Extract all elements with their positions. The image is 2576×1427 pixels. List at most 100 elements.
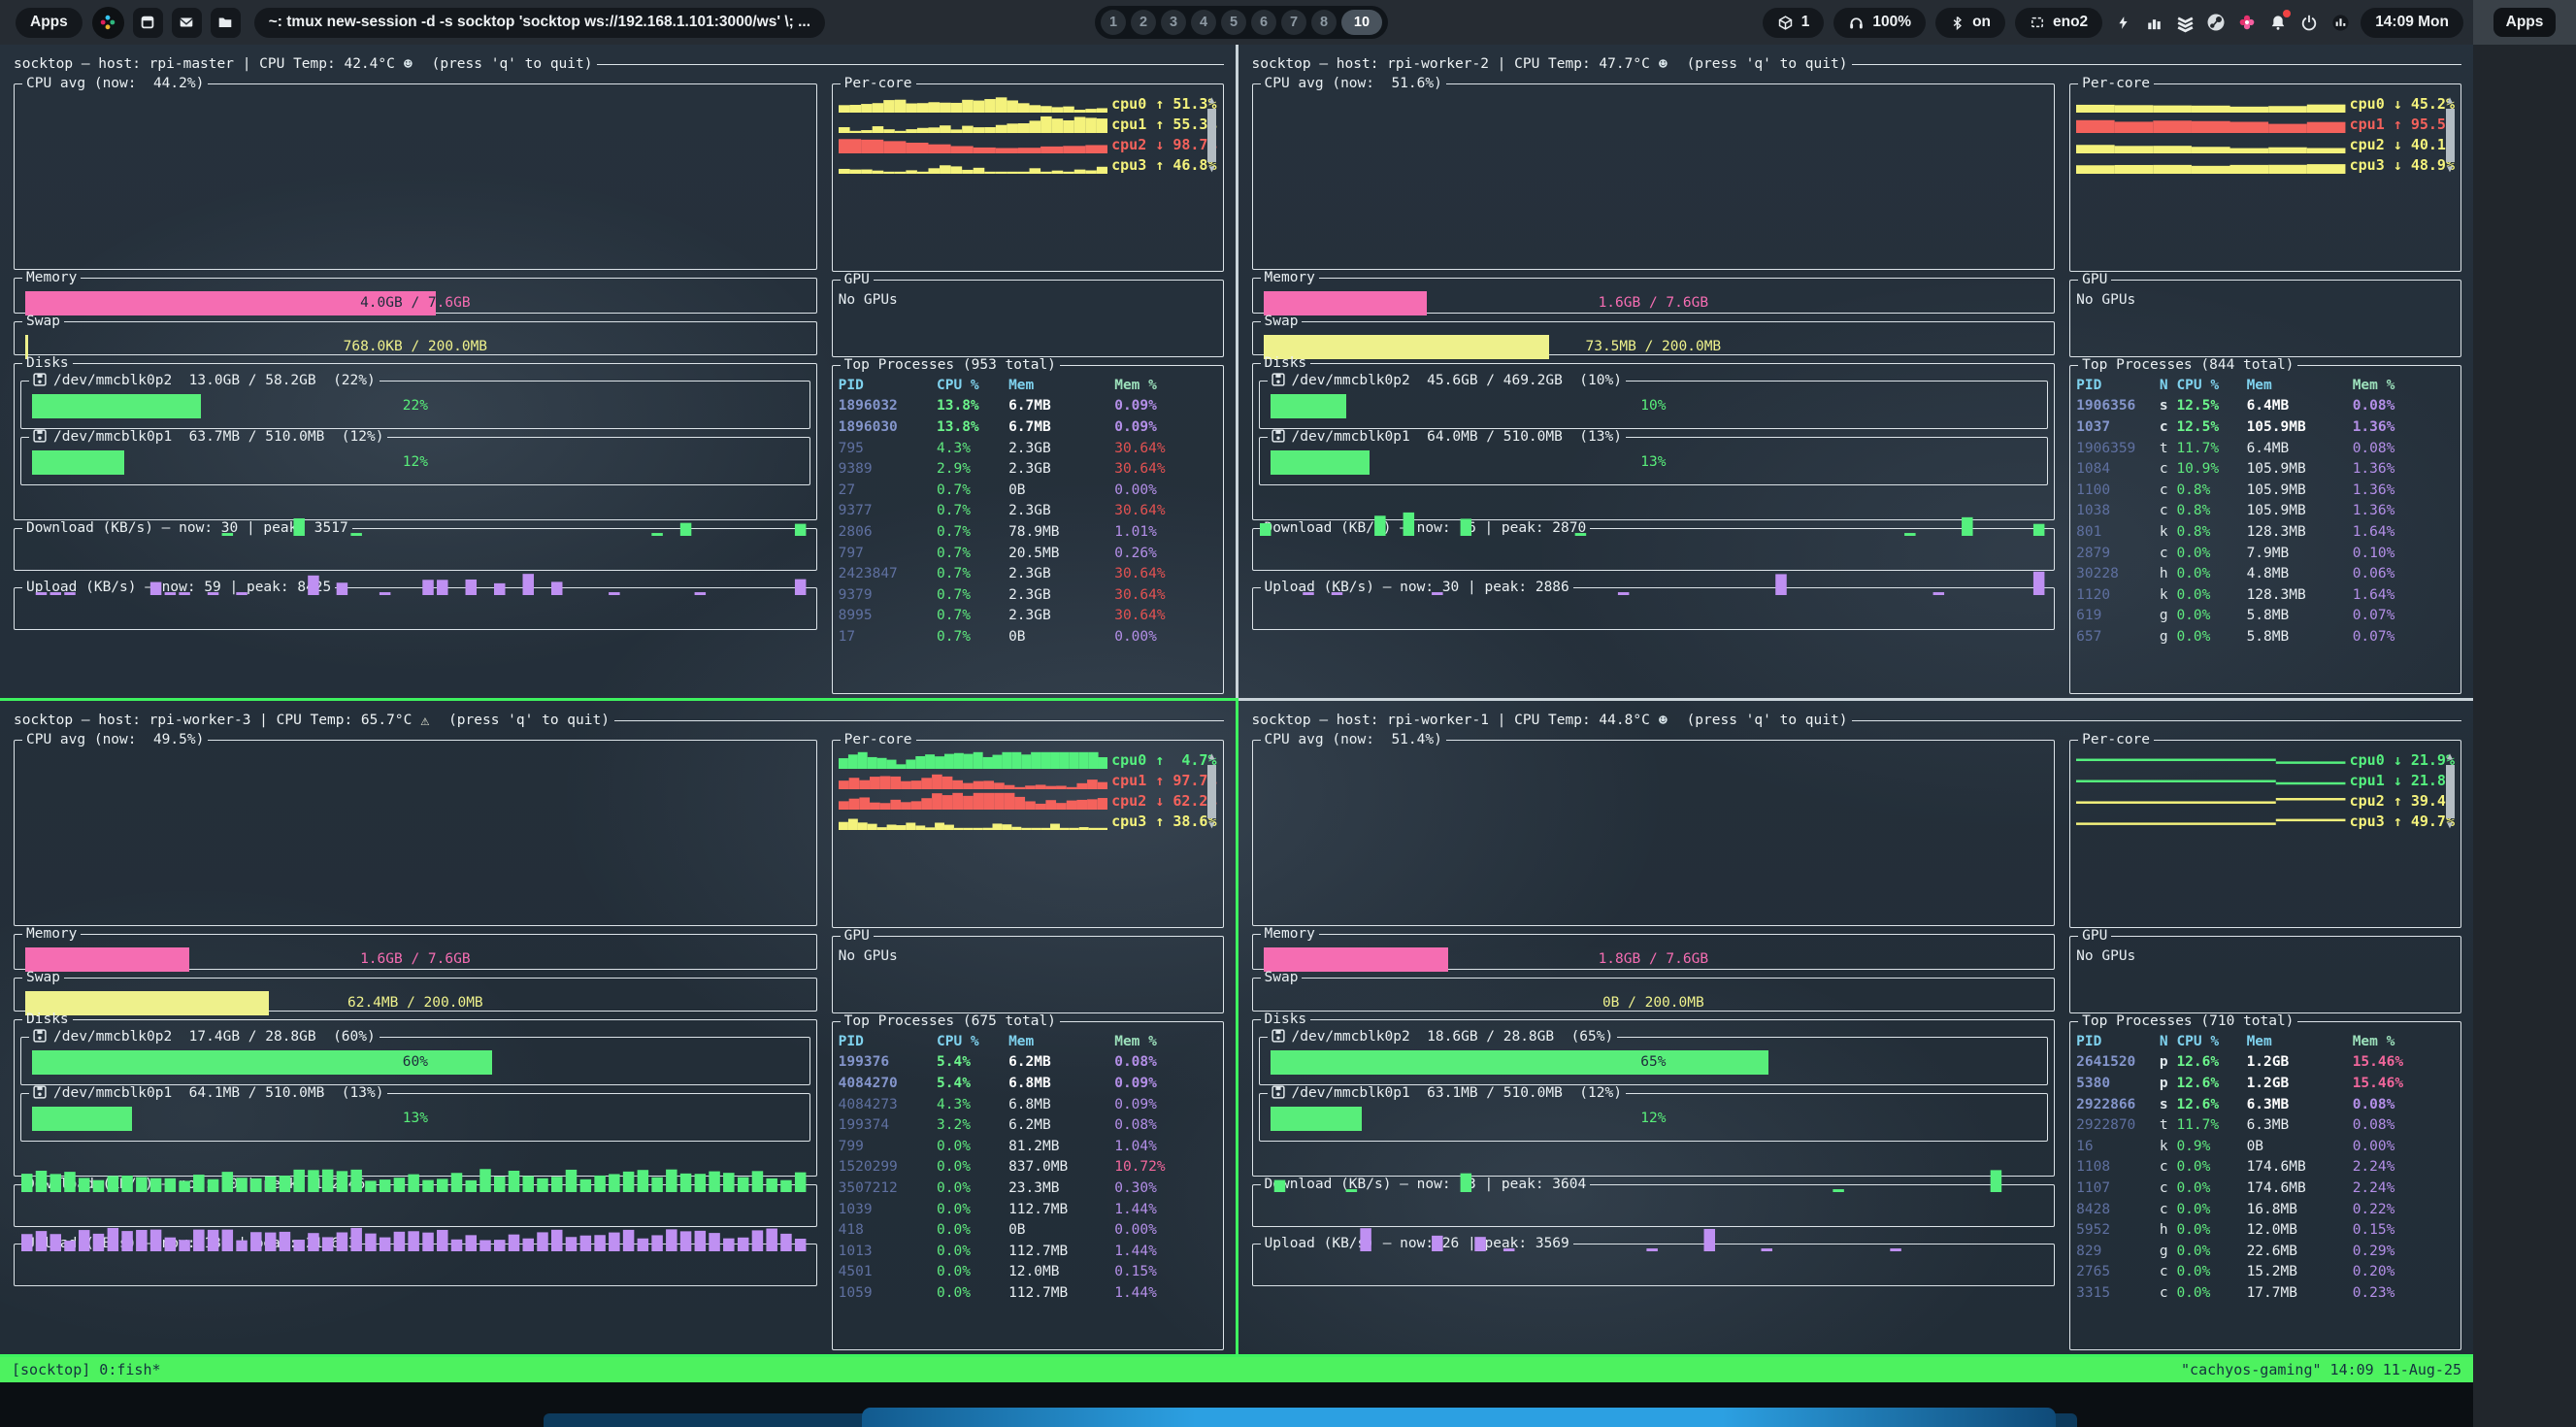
process-cell: g bbox=[2160, 608, 2177, 623]
scrollbar-thumb[interactable] bbox=[2446, 109, 2455, 162]
process-cell: 0.0% bbox=[2176, 1222, 2246, 1238]
process-cell: 2765 bbox=[2076, 1264, 2160, 1279]
cube-icon bbox=[1777, 15, 1794, 31]
process-cell: 2.3GB bbox=[1008, 587, 1114, 603]
steam-icon[interactable] bbox=[2205, 12, 2227, 33]
usage-bars-icon[interactable] bbox=[2143, 12, 2164, 33]
workspace-button-8[interactable]: 8 bbox=[1311, 10, 1337, 35]
process-cell: 0.15% bbox=[2353, 1222, 2455, 1238]
process-cell: 3.2% bbox=[937, 1117, 1008, 1133]
background-window-edge[interactable] bbox=[862, 1408, 2056, 1427]
pane-title: socktop — host: rpi-worker-1 | CPU Temp:… bbox=[1252, 713, 1650, 728]
process-cell: 13.8% bbox=[937, 419, 1008, 435]
process-cell: 0.0% bbox=[937, 1264, 1008, 1279]
process-cell: 1013 bbox=[839, 1244, 937, 1259]
bluetooth-pill[interactable]: on bbox=[1935, 8, 2005, 38]
download-box: Download (KB/s) — now: 13 | peak: 3604 bbox=[1252, 1177, 2056, 1227]
apps-button[interactable]: Apps bbox=[16, 8, 83, 38]
process-cell: t bbox=[2160, 441, 2177, 456]
process-cell: 12.5% bbox=[2176, 398, 2246, 414]
process-cell: 174.6MB bbox=[2247, 1159, 2353, 1175]
disk-title: /dev/mmcblk0p2 13.0GB / 58.2GB (22%) bbox=[29, 373, 380, 388]
download-chart bbox=[1260, 511, 2048, 536]
workspace-switcher: 1234567810 bbox=[1095, 6, 1388, 39]
mail-button[interactable] bbox=[172, 8, 202, 38]
process-cell: 128.3MB bbox=[2247, 524, 2353, 540]
process-cell: c bbox=[2160, 1202, 2177, 1217]
process-cell: 0B bbox=[2247, 1139, 2353, 1154]
process-cell: 6.7MB bbox=[1008, 398, 1114, 414]
process-cell: 5.8MB bbox=[2247, 629, 2353, 645]
process-cell: 5.4% bbox=[937, 1076, 1008, 1091]
disk-drive-icon bbox=[33, 1085, 47, 1099]
scroll-up-icon[interactable]: ▲ bbox=[2447, 96, 2453, 106]
process-cell: 0.7% bbox=[937, 629, 1008, 645]
process-cell: 797 bbox=[839, 546, 937, 561]
app-launcher-icon[interactable] bbox=[92, 7, 124, 39]
core-usage-label: cpu1 ↑ 95.5% bbox=[2350, 116, 2455, 133]
per-core-scrollbar[interactable]: ▲▼ bbox=[2443, 752, 2457, 828]
notifications-bell-icon[interactable] bbox=[2267, 12, 2289, 33]
workspace-button-3[interactable]: 3 bbox=[1161, 10, 1186, 35]
tmux-session-window[interactable]: [socktop] 0:fish* bbox=[12, 1361, 161, 1378]
process-cell: h bbox=[2160, 1222, 2177, 1238]
workspace-button-7[interactable]: 7 bbox=[1281, 10, 1306, 35]
top-processes-label: Top Processes (675 total) bbox=[841, 1013, 1060, 1029]
tray-flower-icon[interactable] bbox=[2236, 12, 2258, 33]
process-cell: 1120 bbox=[2076, 587, 2160, 603]
per-core-scrollbar[interactable]: ▲▼ bbox=[1205, 752, 1219, 828]
scroll-down-icon[interactable]: ▼ bbox=[2447, 165, 2453, 175]
scroll-down-icon[interactable]: ▼ bbox=[1208, 165, 1214, 175]
network-pill[interactable]: eno2 bbox=[2015, 8, 2102, 38]
power-icon[interactable] bbox=[2298, 12, 2320, 33]
per-core-scrollbar[interactable]: ▲▼ bbox=[1205, 96, 1219, 172]
monitor-app-icon[interactable] bbox=[2329, 12, 2351, 33]
process-cell: k bbox=[2160, 587, 2177, 603]
disk-drive-icon bbox=[1271, 429, 1285, 443]
per-core-scrollbar[interactable]: ▲▼ bbox=[2443, 96, 2457, 172]
scrollbar-thumb[interactable] bbox=[1207, 765, 1216, 818]
process-cell: 799 bbox=[839, 1139, 937, 1154]
process-cell: 0B bbox=[1008, 1222, 1114, 1238]
disk-item: /dev/mmcblk0p1 63.7MB / 510.0MB (12%)12%… bbox=[20, 429, 810, 485]
scrollbar-thumb[interactable] bbox=[1207, 109, 1216, 162]
process-cell: 30.64% bbox=[1114, 461, 1216, 477]
core-row-cpu2: cpu2 ↓ 62.2% bbox=[839, 790, 1217, 811]
volume-pill[interactable]: 100% bbox=[1833, 8, 1926, 38]
scroll-down-icon[interactable]: ▼ bbox=[1208, 821, 1214, 831]
files-button[interactable] bbox=[211, 8, 241, 38]
gpu-label: GPU bbox=[2078, 928, 2111, 944]
process-cell: 1107 bbox=[2076, 1180, 2160, 1196]
active-window-title[interactable]: ~: tmux new-session -d -s socktop 'sockt… bbox=[254, 8, 825, 38]
core-sparkline bbox=[839, 791, 1107, 810]
window-count-pill[interactable]: 1 bbox=[1763, 8, 1825, 38]
workspace-button-4[interactable]: 4 bbox=[1191, 10, 1216, 35]
column-header: PID bbox=[2076, 1034, 2160, 1049]
workspace-button-1[interactable]: 1 bbox=[1101, 10, 1126, 35]
swap-label: Swap bbox=[1261, 314, 1303, 329]
scrollbar-thumb[interactable] bbox=[2446, 765, 2455, 818]
window-button[interactable] bbox=[133, 8, 163, 38]
workspace-button-10[interactable]: 10 bbox=[1341, 10, 1382, 35]
workspace-button-5[interactable]: 5 bbox=[1221, 10, 1246, 35]
layers-icon[interactable] bbox=[2174, 12, 2196, 33]
scroll-up-icon[interactable]: ▲ bbox=[1208, 752, 1214, 762]
process-cell: 418 bbox=[839, 1222, 937, 1238]
workspace-button-6[interactable]: 6 bbox=[1251, 10, 1276, 35]
scroll-down-icon[interactable]: ▼ bbox=[2447, 821, 2453, 831]
column-header: Mem bbox=[2247, 378, 2353, 393]
apps-button-right[interactable]: Apps bbox=[2493, 8, 2557, 37]
clock-pill[interactable]: 14:09 Mon bbox=[2361, 8, 2463, 38]
process-cell: 1037 bbox=[2076, 419, 2160, 435]
workspace-button-2[interactable]: 2 bbox=[1131, 10, 1156, 35]
gpu-label: GPU bbox=[841, 272, 874, 287]
scroll-up-icon[interactable]: ▲ bbox=[2447, 752, 2453, 762]
process-cell: 1.36% bbox=[2353, 482, 2455, 498]
power-profile-icon[interactable] bbox=[2112, 12, 2133, 33]
process-cell: 105.9MB bbox=[2247, 419, 2353, 435]
core-row-cpu2: cpu2 ↑ 39.4% bbox=[2076, 790, 2455, 811]
process-cell: 22.6MB bbox=[2247, 1244, 2353, 1259]
process-cell: 0.07% bbox=[2353, 629, 2455, 645]
process-cell: 112.7MB bbox=[1008, 1244, 1114, 1259]
scroll-up-icon[interactable]: ▲ bbox=[1208, 96, 1214, 106]
